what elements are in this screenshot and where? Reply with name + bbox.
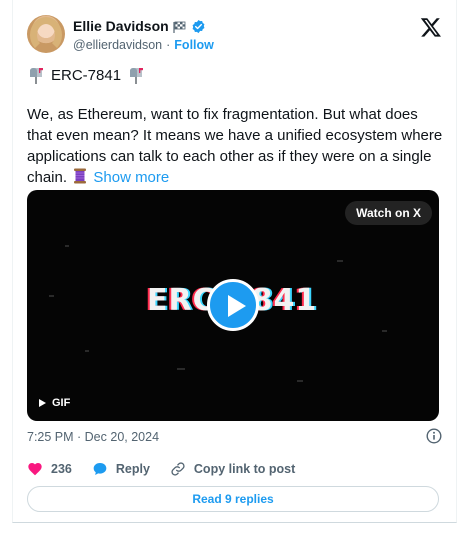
reply-button[interactable]: Reply: [92, 461, 150, 477]
noise-speck: [49, 295, 54, 297]
heart-icon: [28, 463, 42, 476]
author-handle[interactable]: @ellierdavidson: [73, 38, 162, 52]
tweet-title: ERC-7841: [51, 66, 122, 84]
noise-speck: [297, 380, 303, 382]
gif-badge: GIF: [39, 397, 70, 409]
gif-play-icon: [39, 399, 46, 407]
noise-speck: [382, 330, 387, 332]
reply-bubble-icon: [93, 463, 107, 475]
author-name-row: Ellie Davidson: [73, 18, 206, 34]
tweet-body-text: We, as Ethereum, want to fix fragmentati…: [27, 106, 443, 186]
video-player[interactable]: Watch on X ERC-7841 GIF: [27, 190, 439, 421]
separator-dot: ·: [166, 38, 171, 52]
verified-badge-icon: [191, 19, 206, 34]
x-logo-icon[interactable]: [420, 16, 442, 38]
play-button[interactable]: [207, 279, 259, 331]
read-replies-button[interactable]: Read 9 replies: [27, 486, 439, 512]
like-count: 236: [51, 462, 72, 476]
tweet-card: Ellie Davidson @ellierdavidson · Follow: [12, 0, 457, 523]
thread-spool-icon: [73, 168, 87, 184]
follow-button[interactable]: Follow: [174, 38, 214, 52]
play-icon: [228, 295, 246, 317]
avatar[interactable]: [27, 15, 65, 53]
copy-link-label: Copy link to post: [193, 462, 296, 476]
mailbox-icon: [127, 66, 145, 84]
checkered-flag-icon: [173, 20, 187, 33]
tweet-timestamp[interactable]: 7:25 PM · Dec 20, 2024: [27, 430, 159, 444]
author-name[interactable]: Ellie Davidson: [73, 18, 169, 34]
noise-speck: [337, 260, 343, 262]
action-bar: 236 Reply Copy link to post: [27, 461, 315, 477]
gif-label: GIF: [52, 397, 71, 409]
noise-speck: [65, 245, 69, 247]
reply-label: Reply: [115, 462, 150, 476]
tweet-title-row: ERC-7841: [27, 66, 145, 84]
noise-speck: [177, 368, 185, 370]
info-icon[interactable]: [426, 428, 442, 444]
watch-on-x-button[interactable]: Watch on X: [345, 201, 432, 225]
noise-speck: [85, 350, 89, 352]
show-more-link[interactable]: Show more: [93, 169, 169, 186]
link-icon: [171, 462, 185, 476]
tweet-body: We, as Ethereum, want to fix fragmentati…: [27, 104, 445, 188]
mailbox-icon: [27, 66, 45, 84]
like-button[interactable]: 236: [27, 461, 72, 477]
author-handle-row: @ellierdavidson · Follow: [73, 38, 214, 52]
copy-link-button[interactable]: Copy link to post: [170, 461, 295, 477]
